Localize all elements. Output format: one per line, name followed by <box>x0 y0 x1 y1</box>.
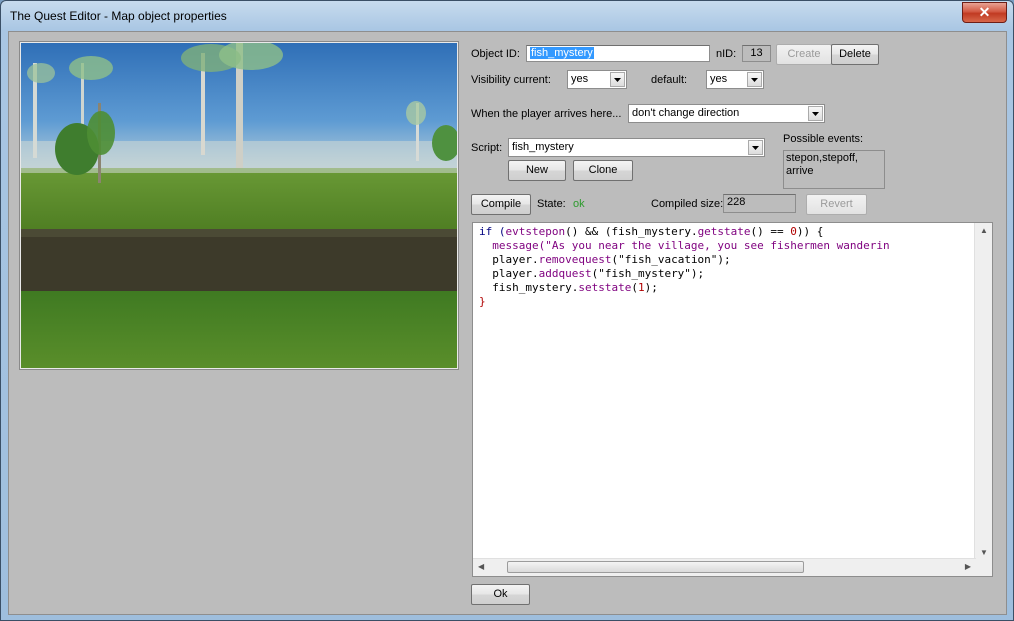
scrollbar-corner <box>975 559 992 576</box>
scene-preview[interactable] <box>19 41 459 370</box>
title-bar[interactable]: The Quest Editor - Map object properties… <box>1 1 1013 31</box>
possible-events-box: stepon,stepoff, arrive <box>783 150 885 189</box>
properties-window: The Quest Editor - Map object properties… <box>0 0 1014 621</box>
vertical-scrollbar[interactable]: ▲ ▼ <box>974 223 992 560</box>
object-id-label: Object ID: <box>471 48 520 60</box>
scroll-right-icon[interactable]: ▶ <box>965 562 971 571</box>
horizontal-scroll-thumb[interactable] <box>507 561 804 573</box>
scroll-left-icon[interactable]: ◀ <box>478 562 484 571</box>
state-label: State: <box>537 198 566 210</box>
compiled-size-field: 228 <box>723 194 796 213</box>
arrival-direction-value: don't change direction <box>632 107 740 119</box>
clone-script-button[interactable]: Clone <box>573 160 633 181</box>
visibility-current-label: Visibility current: <box>471 74 551 86</box>
code-line-1: if (evtstepon() && (fish_mystery.getstat… <box>479 225 824 238</box>
code-line-4: player.addquest("fish_mystery"); <box>479 267 705 280</box>
script-label: Script: <box>471 142 503 154</box>
visibility-current-select[interactable]: yes <box>567 70 627 89</box>
close-icon: ✕ <box>978 4 991 20</box>
arrival-direction-select[interactable]: don't change direction <box>628 104 825 123</box>
possible-events-value: stepon,stepoff, arrive <box>786 152 858 177</box>
chevron-down-icon <box>610 72 625 87</box>
script-value: fish_mystery <box>512 141 574 153</box>
code-line-2: message("As you near the village, you se… <box>492 239 890 252</box>
visibility-default-label: default: <box>651 74 688 86</box>
horizontal-scrollbar[interactable]: ◀ ▶ <box>473 558 976 576</box>
window-title: The Quest Editor - Map object properties <box>10 9 227 23</box>
compiled-size-label: Compiled size: <box>651 198 724 210</box>
code-line-5: fish_mystery.setstate(1); <box>479 281 658 294</box>
code-line-6: } <box>479 295 486 308</box>
visibility-current-value: yes <box>571 73 589 85</box>
scene-graphic <box>21 43 457 368</box>
visibility-default-value: yes <box>710 73 728 85</box>
script-code-editor[interactable]: if (evtstepon() && (fish_mystery.getstat… <box>472 222 993 577</box>
nid-field: 13 <box>742 45 771 62</box>
chevron-down-icon <box>748 140 763 155</box>
compile-button[interactable]: Compile <box>471 194 531 215</box>
scroll-down-icon[interactable]: ▼ <box>980 548 988 557</box>
ok-button[interactable]: Ok <box>471 584 530 605</box>
chevron-down-icon <box>808 106 823 121</box>
code-line-3: player.removequest("fish_vacation"); <box>479 253 731 266</box>
chevron-down-icon <box>747 72 762 87</box>
object-id-input[interactable]: fish_mystery <box>526 45 710 62</box>
script-select[interactable]: fish_mystery <box>508 138 765 157</box>
object-id-value: fish_mystery <box>530 47 594 59</box>
dialog-client: Object ID: fish_mystery nID: 13 Create D… <box>8 31 1007 615</box>
close-button[interactable]: ✕ <box>962 2 1007 23</box>
create-button[interactable]: Create <box>776 44 832 65</box>
arrival-label: When the player arrives here... <box>471 108 622 120</box>
revert-button[interactable]: Revert <box>806 194 867 215</box>
visibility-default-select[interactable]: yes <box>706 70 764 89</box>
new-script-button[interactable]: New <box>508 160 566 181</box>
state-value: ok <box>573 198 585 210</box>
possible-events-label: Possible events: <box>783 133 864 145</box>
nid-label: nID: <box>716 48 737 60</box>
scroll-up-icon[interactable]: ▲ <box>980 226 988 235</box>
delete-button[interactable]: Delete <box>831 44 879 65</box>
code-text: if (evtstepon() && (fish_mystery.getstat… <box>479 225 890 309</box>
